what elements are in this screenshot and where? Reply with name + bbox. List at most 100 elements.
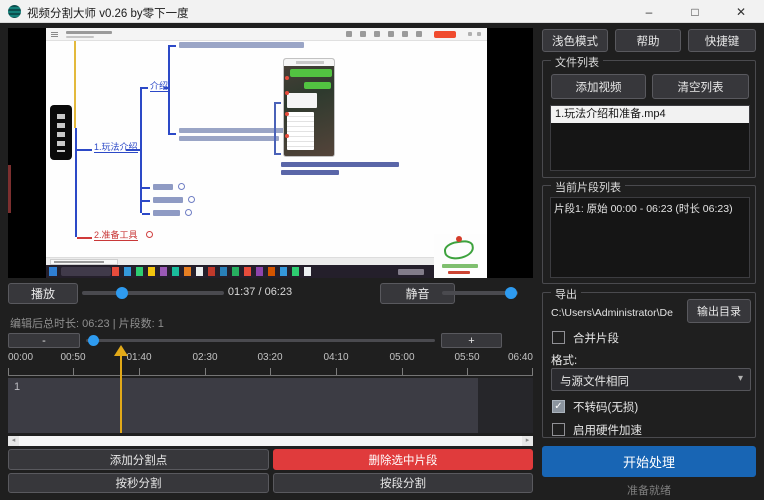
- merge-segments-checkbox[interactable]: [552, 331, 565, 344]
- delete-selected-segment-button[interactable]: 删除选中片段: [273, 449, 533, 470]
- scrollbar-right-arrow-icon[interactable]: ▸: [522, 436, 533, 446]
- clear-list-button[interactable]: 清空列表: [652, 74, 749, 99]
- mindmap-subitem1-label: [153, 184, 173, 190]
- mindmap-phone-bracket: [274, 102, 276, 155]
- mindmap-subtree-spine: [140, 87, 142, 213]
- start-processing-button[interactable]: 开始处理: [542, 446, 756, 477]
- file-list-legend: 文件列表: [551, 54, 603, 70]
- mindmap-bracket2-spine: [168, 45, 170, 135]
- phone-card-2: [287, 112, 314, 150]
- split-by-segments-button[interactable]: 按段分割: [273, 473, 533, 493]
- video-watermark-dot: [456, 236, 462, 242]
- tick-mark: [532, 368, 533, 375]
- phone-status-text: [296, 61, 324, 64]
- file-list-item-selected[interactable]: 1.玩法介绍和准备.mp4: [551, 106, 749, 123]
- video-player[interactable]: 1.玩法介绍 介绍: [8, 28, 533, 278]
- video-toolbar-window-dots: [468, 32, 472, 36]
- play-button[interactable]: 播放: [8, 283, 78, 304]
- phone-card-1: [287, 93, 317, 108]
- chevron-down-icon: ▾: [738, 373, 743, 384]
- mindmap-subitem2-icon: [188, 196, 195, 203]
- add-video-button[interactable]: 添加视频: [551, 74, 646, 99]
- time-display: 01:37 / 06:23: [210, 286, 310, 298]
- mindmap-subitem1-icon: [178, 183, 185, 190]
- app-icon: [8, 5, 21, 18]
- mindmap-annotation-top: [179, 42, 304, 48]
- zoom-in-button[interactable]: +: [441, 333, 502, 348]
- mindmap-branch2-label: 2.准备工具: [94, 230, 138, 241]
- video-watermark-text-2: [448, 271, 470, 274]
- mindmap-branch2-icon: [146, 231, 153, 238]
- video-taskbar-icons: [112, 267, 119, 276]
- no-transcode-checkbox[interactable]: ✓: [552, 400, 565, 413]
- mindmap-bracket2-topstub: [170, 45, 176, 47]
- video-watermark-logo: [443, 239, 475, 261]
- video-taskbar-start-icon: [49, 267, 57, 276]
- zoom-out-button[interactable]: -: [8, 333, 80, 348]
- video-mindmap-canvas: 1.玩法介绍 介绍: [46, 41, 487, 257]
- scrollbar-left-arrow-icon[interactable]: ◂: [8, 436, 19, 446]
- mindmap-phone-bracket-bottom: [276, 153, 281, 155]
- tick-label: 02:30: [192, 352, 217, 363]
- segment-block[interactable]: 1: [8, 378, 478, 433]
- video-taskbar-search: [61, 267, 111, 276]
- mindmap-intro-stub: [142, 87, 148, 89]
- hotkeys-button[interactable]: 快捷键: [688, 29, 756, 52]
- tick-label: 00:00: [8, 352, 33, 363]
- add-split-point-button[interactable]: 添加分割点: [8, 449, 269, 470]
- timeline-ruler[interactable]: 00:00 00:50 01:40 02:30 03:20 04:10 05:0…: [8, 350, 533, 376]
- mindmap-subitem1-stub: [142, 187, 150, 189]
- hw-accel-checkbox[interactable]: [552, 423, 565, 436]
- video-watermark-text-1: [442, 264, 478, 268]
- segment-block-label: 1: [14, 381, 20, 393]
- split-by-seconds-button[interactable]: 按秒分割: [8, 473, 269, 493]
- segment-list-legend: 当前片段列表: [551, 179, 625, 195]
- tick-mark: [402, 368, 403, 375]
- file-list-group: 文件列表 添加视频 清空列表 1.玩法介绍和准备.mp4: [542, 60, 756, 178]
- output-path-text: C:\Users\Administrator\De: [551, 307, 683, 319]
- segment-list-item[interactable]: 片段1: 原始 00:00 - 06:23 (时长 06:23): [551, 198, 747, 216]
- playhead-arrow-icon[interactable]: [114, 345, 128, 356]
- merge-segments-label: 合并片段: [573, 330, 619, 346]
- tick-mark: [270, 368, 271, 375]
- video-app-tabstrip: [46, 257, 487, 265]
- video-watermark-patch: [434, 234, 487, 278]
- video-toolbar-title-bar: [66, 31, 112, 34]
- mindmap-root-node: [50, 105, 72, 160]
- zoom-slider-handle[interactable]: [88, 335, 99, 346]
- export-legend: 导出: [551, 286, 581, 302]
- phone-chat-bubble-1: [290, 69, 332, 77]
- file-list-box[interactable]: 1.玩法介绍和准备.mp4: [550, 105, 750, 171]
- timeline-scrollbar[interactable]: ◂ ▸: [8, 436, 533, 446]
- video-toolbar-menu-icon: [51, 32, 58, 37]
- minimize-button[interactable]: –: [626, 0, 672, 23]
- mindmap-annotation-mid-2: [179, 136, 279, 141]
- mindmap-bracket2-link: [164, 87, 170, 89]
- hw-accel-label: 启用硬件加速: [573, 422, 642, 438]
- mindmap-branch1-line: [77, 149, 92, 151]
- mindmap-yellow-line: [74, 41, 76, 128]
- seek-slider-track[interactable]: [82, 291, 224, 295]
- mindmap-subitem2-stub: [142, 200, 150, 202]
- volume-slider-handle[interactable]: [505, 287, 517, 299]
- mindmap-trunk: [75, 128, 77, 237]
- help-button[interactable]: 帮助: [615, 29, 681, 52]
- format-select[interactable]: 与源文件相同 ▾: [551, 368, 751, 391]
- output-dir-button[interactable]: 输出目录: [687, 299, 751, 323]
- maximize-button[interactable]: □: [672, 0, 718, 23]
- app-window: 视频分割大师 v0.26 by零下一度 – □ ✕: [0, 0, 764, 500]
- segment-track[interactable]: 1: [8, 378, 533, 433]
- tick-label: 05:50: [454, 352, 479, 363]
- mindmap-subitem2-label: [153, 197, 183, 203]
- video-app-toolbar: [46, 28, 487, 41]
- video-frame: 1.玩法介绍 介绍: [46, 28, 487, 278]
- playhead-line[interactable]: [120, 356, 122, 433]
- seek-slider-handle[interactable]: [116, 287, 128, 299]
- mindmap-branch1-label: 1.玩法介绍: [94, 142, 138, 153]
- close-button[interactable]: ✕: [718, 0, 764, 23]
- mindmap-subitem3-icon: [185, 209, 192, 216]
- status-text: 准备就绪: [542, 482, 756, 498]
- zoom-slider-track[interactable]: [86, 339, 435, 342]
- light-mode-button[interactable]: 浅色模式: [542, 29, 608, 52]
- segment-list-box[interactable]: 片段1: 原始 00:00 - 06:23 (时长 06:23): [550, 197, 750, 278]
